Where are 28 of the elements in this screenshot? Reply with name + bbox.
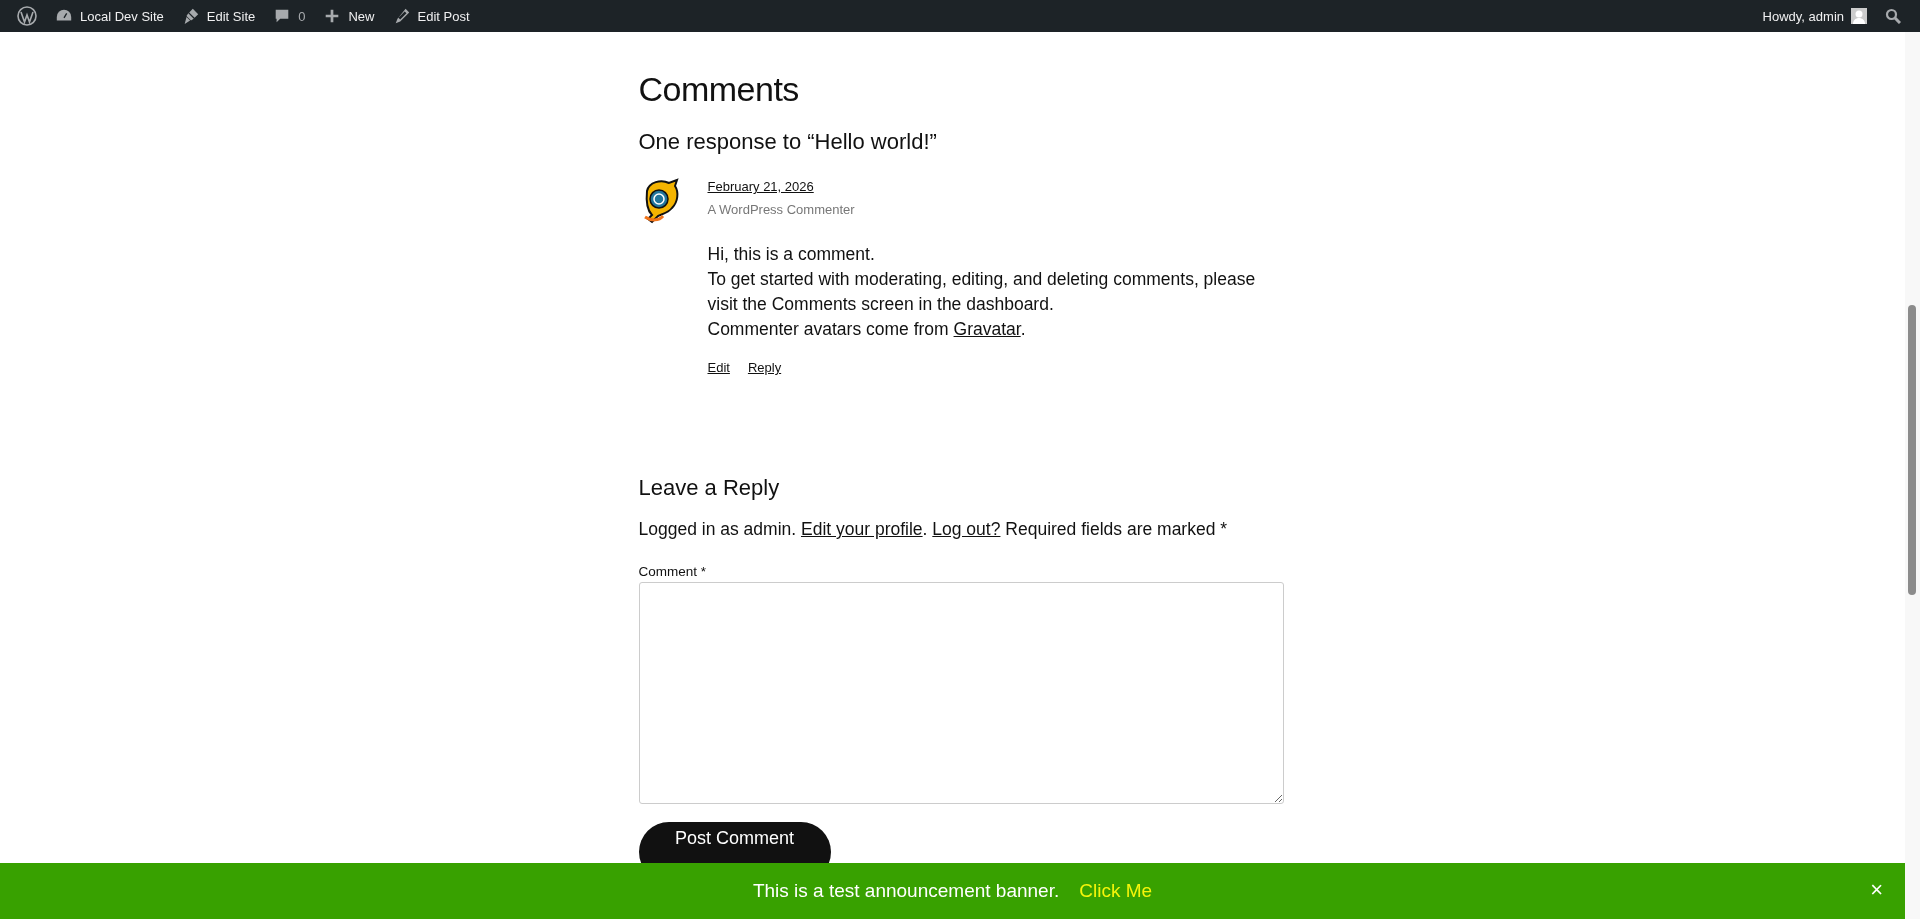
banner-text: This is a test announcement banner. — [752, 880, 1060, 902]
scrollbar[interactable] — [1905, 32, 1920, 919]
comment-text: Hi, this is a comment. — [707, 243, 876, 266]
user-avatar-icon — [1851, 8, 1867, 24]
comment-text: To get started with moderating, editing, and deleting comments, please visit the Comments screen in the dashboard. — [707, 268, 1257, 316]
comment-action-link[interactable]: Edit — [707, 360, 730, 375]
comment-date-link[interactable]: February 21, 2026 — [707, 179, 1288, 194]
edit-profile-link[interactable]: Edit your profile — [801, 519, 923, 539]
logout-link[interactable]: Log out? — [932, 519, 1001, 539]
comment-text: Commenter avatars come from Gravatar. — [707, 318, 1027, 341]
toolbar-item[interactable]: 0 — [264, 0, 315, 32]
logged-in-notice: Logged in as admin. Edit your profile. Log out? Required fields are marked * — [638, 519, 1229, 540]
scrollbar-thumb[interactable] — [1908, 305, 1916, 595]
toolbar-item[interactable]: Edit Site — [172, 0, 265, 32]
comment-label: Comment * — [638, 564, 708, 579]
search-icon — [1885, 8, 1901, 24]
comment-action-link[interactable]: Reply — [747, 360, 782, 375]
wordpress-logo-icon[interactable] — [17, 6, 37, 26]
comment-field[interactable] — [638, 582, 1284, 804]
responses-heading: One response to “Hello world!” — [638, 129, 938, 155]
comments-heading: Comments — [638, 70, 800, 109]
gravatar-link[interactable]: Gravatar — [953, 319, 1021, 339]
toolbar-item[interactable]: Local Dev Site — [46, 0, 173, 32]
toolbar-item[interactable]: New — [314, 0, 384, 32]
reply-heading: Leave a Reply — [638, 475, 781, 501]
toolbar-item[interactable]: Edit Post — [383, 0, 479, 32]
comment-author: A WordPress Commenter — [707, 202, 856, 217]
account-menu[interactable]: Howdy, admin — [1753, 0, 1876, 32]
